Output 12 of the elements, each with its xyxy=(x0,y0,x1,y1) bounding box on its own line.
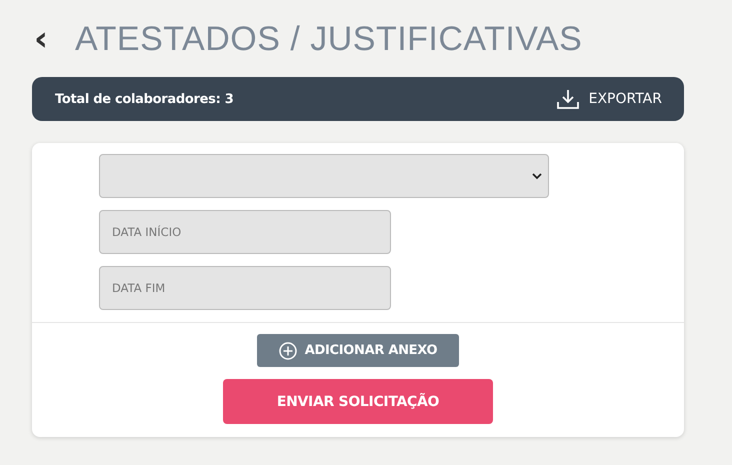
caret-icon xyxy=(532,172,542,180)
download-icon xyxy=(556,89,579,109)
export-button[interactable]: EXPORTAR xyxy=(556,89,662,109)
add-attachment-button[interactable]: ADICIONAR ANEXO xyxy=(257,334,459,367)
page-title: ATESTADOS / JUSTIFICATIVAS xyxy=(75,20,582,58)
dropdown-field[interactable] xyxy=(99,154,549,198)
back-button[interactable]: ‹ xyxy=(32,22,75,56)
collaborator-total: Total de colaboradores: 3 xyxy=(55,92,234,106)
plus-circle-icon xyxy=(278,342,297,360)
date-field[interactable]: DATA INÍCIO xyxy=(99,210,391,254)
date-field[interactable]: DATA FIM xyxy=(99,266,391,310)
submit-button[interactable]: ENVIAR SOLICITAÇÃO xyxy=(223,379,493,424)
